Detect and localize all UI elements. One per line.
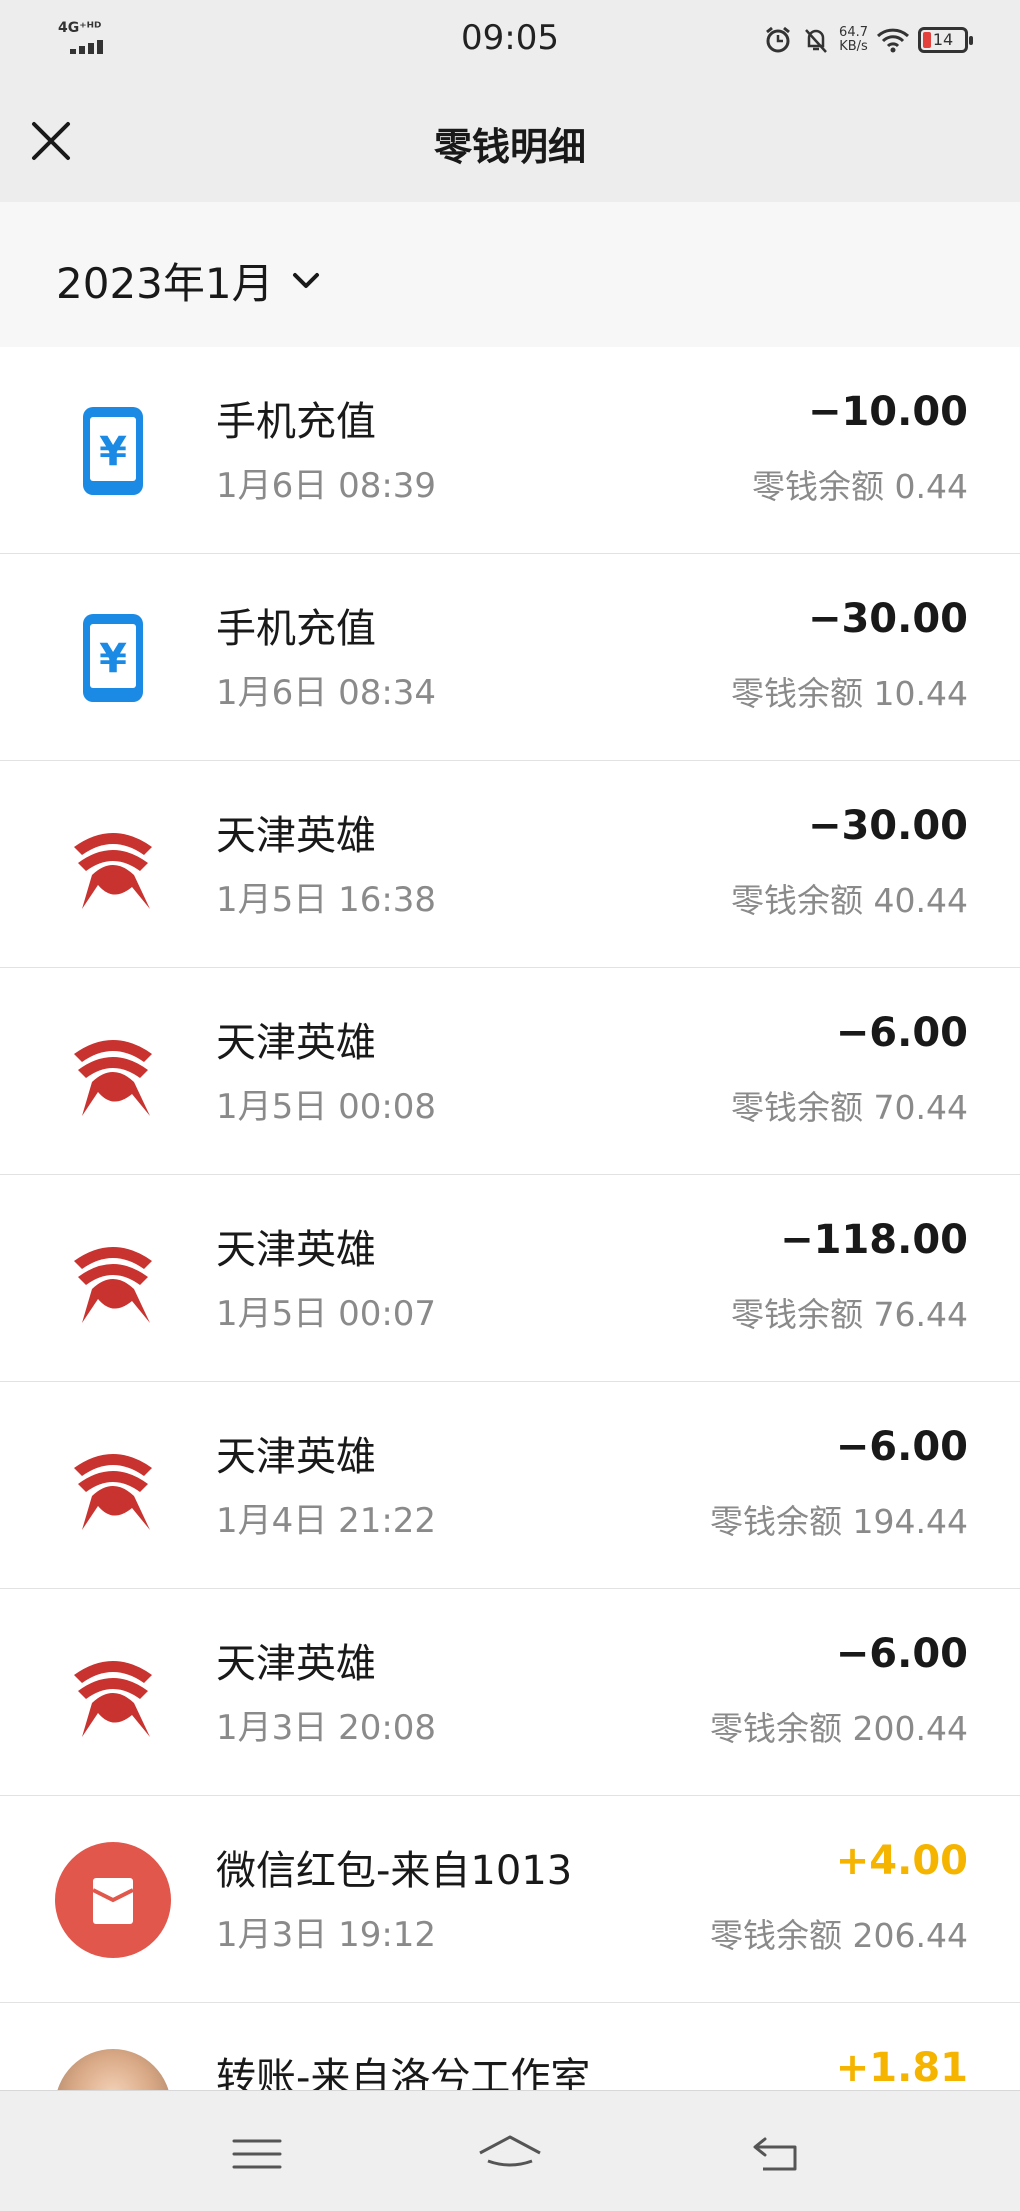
page-title: 零钱明细 — [433, 125, 586, 169]
header: 零钱明细 — [0, 80, 1020, 202]
chevron-down-icon — [292, 272, 319, 288]
month-filter-bar: 2023年1月 — [0, 202, 1020, 347]
user-avatar-icon — [55, 2049, 171, 2090]
transaction-name: 天津英雄 — [216, 1434, 376, 1480]
transaction-row[interactable]: ¥ 手机充值 1月6日 08:39 −10.00 零钱余额 0.44 — [0, 347, 1020, 554]
transaction-time: 1月4日 21:22 — [216, 1501, 437, 1541]
transaction-balance: 零钱余额 0.44 — [752, 467, 968, 506]
battery-level: 14 — [932, 30, 954, 49]
transaction-list[interactable]: ¥ 手机充值 1月6日 08:39 −10.00 零钱余额 0.44 ¥ 手机充值 1月6日 … — [0, 347, 1020, 2090]
transaction-amount: +1.81 — [835, 2045, 968, 2090]
month-label: 2023年1月 — [56, 259, 274, 308]
menu-icon[interactable] — [222, 2129, 292, 2179]
transaction-balance: 零钱余额 194.44 — [710, 1502, 968, 1541]
transaction-time: 1月5日 00:07 — [216, 1294, 437, 1334]
transaction-amount: −118.00 — [780, 1217, 968, 1263]
transaction-time: 1月5日 16:38 — [216, 880, 437, 920]
transaction-amount: −30.00 — [807, 803, 968, 849]
battery-icon: 14 — [918, 27, 973, 53]
mute-icon — [805, 29, 827, 53]
transaction-name: 天津英雄 — [216, 1227, 376, 1273]
transaction-time: 1月6日 08:34 — [216, 673, 437, 713]
transaction-name: 天津英雄 — [216, 1020, 376, 1066]
transaction-name: 手机充值 — [216, 399, 376, 445]
tianjin-heroes-logo-icon — [55, 1635, 171, 1751]
transaction-row[interactable]: 天津英雄 1月5日 00:08 −6.00 零钱余额 70.44 — [0, 968, 1020, 1175]
phone-recharge-icon: ¥ — [55, 600, 171, 716]
transaction-name: 天津英雄 — [216, 813, 376, 859]
transaction-time: 1月6日 08:39 — [216, 466, 437, 506]
wifi-icon — [876, 28, 910, 53]
svg-text:¥: ¥ — [99, 429, 127, 475]
transaction-time: 1月5日 00:08 — [216, 1087, 437, 1127]
transaction-balance: 零钱余额 40.44 — [731, 881, 968, 920]
transaction-amount: +4.00 — [835, 1838, 968, 1884]
transaction-amount: −6.00 — [835, 1010, 968, 1056]
svg-text:¥: ¥ — [99, 636, 127, 682]
transaction-name: 转账-来自洛兮工作室 — [216, 2055, 591, 2090]
home-icon[interactable] — [475, 2129, 545, 2179]
transaction-time: 1月3日 20:08 — [216, 1708, 437, 1748]
tianjin-heroes-logo-icon — [55, 1221, 171, 1337]
speed-value: 64.7 — [839, 25, 868, 40]
tianjin-heroes-logo-icon — [55, 1014, 171, 1130]
transaction-balance: 零钱余额 10.44 — [731, 674, 968, 713]
transaction-row[interactable]: 天津英雄 1月4日 21:22 −6.00 零钱余额 194.44 — [0, 1382, 1020, 1589]
status-bar: 4G⁺ᴴᴰ 09:05 64.7 KB/s 14 — [0, 0, 1020, 80]
red-packet-icon — [55, 1842, 171, 1958]
transaction-row[interactable]: 天津英雄 1月5日 16:38 −30.00 零钱余额 40.44 — [0, 761, 1020, 968]
transaction-name: 微信红包-来自1013 — [216, 1848, 573, 1894]
phone-recharge-icon: ¥ — [55, 393, 171, 509]
transaction-amount: −30.00 — [807, 596, 968, 642]
transaction-row[interactable]: 微信红包-来自1013 1月3日 19:12 +4.00 零钱余额 206.44 — [0, 1796, 1020, 2003]
transaction-time: 1月3日 19:12 — [216, 1915, 437, 1955]
transaction-row[interactable]: ¥ 手机充值 1月6日 08:34 −30.00 零钱余额 10.44 — [0, 554, 1020, 761]
transaction-row[interactable]: 天津英雄 1月3日 20:08 −6.00 零钱余额 200.44 — [0, 1589, 1020, 1796]
system-nav-bar — [0, 2090, 1020, 2211]
transaction-balance: 零钱余额 70.44 — [731, 1088, 968, 1127]
month-selector[interactable]: 2023年1月 — [56, 250, 320, 311]
alarm-icon — [766, 26, 790, 53]
transaction-balance: 零钱余额 76.44 — [731, 1295, 968, 1334]
tianjin-heroes-logo-icon — [55, 807, 171, 923]
network-speed: 64.7 KB/s — [839, 26, 868, 54]
back-icon[interactable] — [743, 2129, 813, 2179]
transaction-amount: −6.00 — [835, 1631, 968, 1677]
transaction-balance: 零钱余额 200.44 — [710, 1709, 968, 1748]
transaction-name: 天津英雄 — [216, 1641, 376, 1687]
transaction-amount: −6.00 — [835, 1424, 968, 1470]
transaction-row[interactable]: 转账-来自洛兮工作室 +1.81 — [0, 2003, 1020, 2090]
status-right-group: 64.7 KB/s 14 — [763, 18, 973, 62]
transaction-row[interactable]: 天津英雄 1月5日 00:07 −118.00 零钱余额 76.44 — [0, 1175, 1020, 1382]
tianjin-heroes-logo-icon — [55, 1428, 171, 1544]
speed-unit: KB/s — [839, 39, 868, 54]
transaction-balance: 零钱余额 206.44 — [710, 1916, 968, 1955]
transaction-amount: −10.00 — [807, 389, 968, 435]
transaction-name: 手机充值 — [216, 606, 376, 652]
